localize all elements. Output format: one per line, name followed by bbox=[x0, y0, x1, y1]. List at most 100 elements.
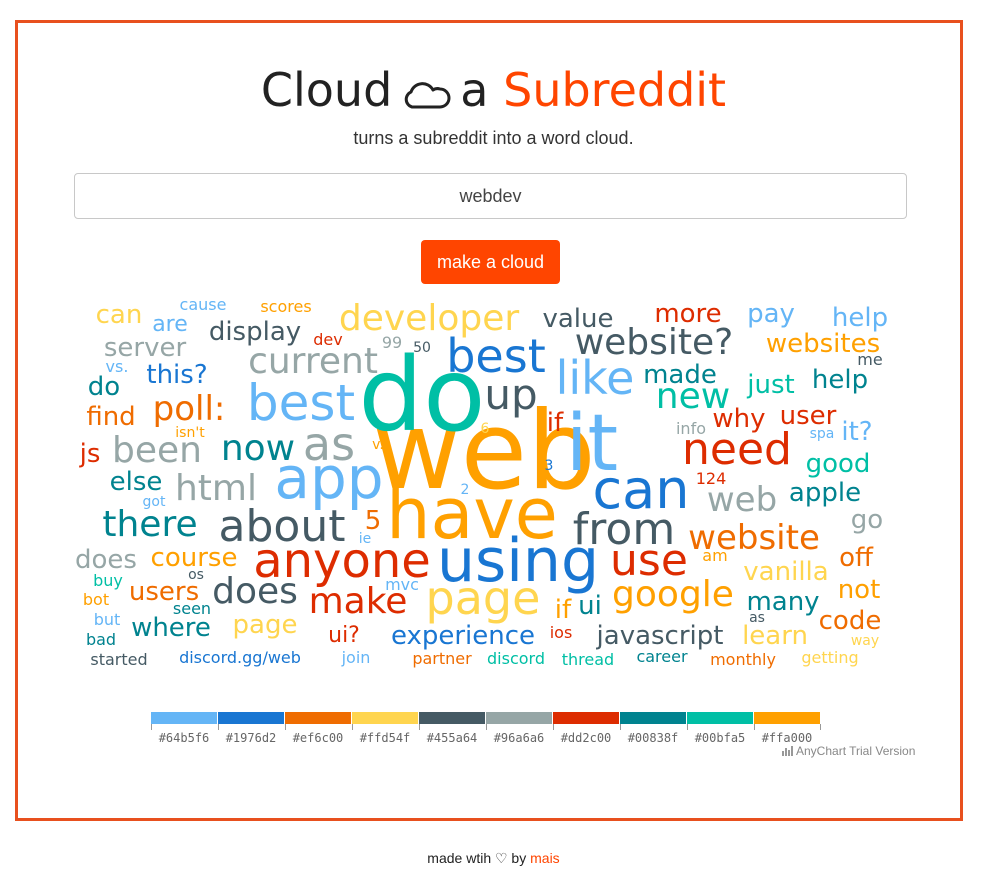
cloud-word[interactable]: isn't bbox=[175, 425, 205, 441]
cloud-word[interactable]: off bbox=[839, 543, 874, 573]
cloud-word[interactable]: thread bbox=[562, 650, 614, 669]
cloud-word[interactable]: this? bbox=[146, 360, 207, 390]
chart-bars-icon bbox=[782, 746, 793, 756]
footer: made wtih ♡ by mais bbox=[0, 850, 987, 867]
legend-swatch bbox=[151, 712, 217, 724]
footer-text: made wtih ♡ by bbox=[427, 850, 527, 866]
cloud-word[interactable]: started bbox=[90, 650, 147, 669]
cloud-word[interactable]: am bbox=[702, 546, 727, 565]
cloud-word[interactable]: more bbox=[654, 299, 721, 329]
legend-label: #dd2c00 bbox=[560, 731, 612, 745]
cloud-word[interactable]: developer bbox=[339, 298, 519, 339]
legend-swatch bbox=[285, 712, 351, 724]
cloud-word[interactable]: now bbox=[221, 428, 295, 469]
cloud-word[interactable]: bad bbox=[86, 630, 116, 649]
cloud-word[interactable]: discord bbox=[487, 649, 545, 668]
legend-tick bbox=[151, 724, 152, 730]
cloud-word[interactable]: are bbox=[152, 312, 188, 337]
cloud-word[interactable]: up bbox=[484, 370, 537, 419]
cloud-word[interactable]: do bbox=[88, 372, 120, 402]
cloud-word[interactable]: cause bbox=[180, 295, 227, 314]
cloud-word[interactable]: made bbox=[643, 360, 717, 390]
cloud-word[interactable]: google bbox=[612, 574, 734, 615]
cloud-word[interactable]: find bbox=[86, 402, 135, 432]
cloud-word[interactable]: 2 bbox=[461, 482, 470, 498]
cloud-word[interactable]: 6 bbox=[481, 421, 490, 437]
cloud-word[interactable]: as bbox=[303, 417, 355, 471]
cloud-word[interactable]: why bbox=[712, 404, 765, 434]
cloud-word[interactable]: ie bbox=[359, 531, 372, 547]
cloud-word[interactable]: spa bbox=[810, 426, 835, 442]
cloud-word[interactable]: code bbox=[819, 606, 882, 636]
legend-label: #64b5f6 bbox=[158, 731, 210, 745]
cloud-word[interactable]: vs. bbox=[106, 357, 129, 376]
cloud-word[interactable]: pay bbox=[747, 299, 795, 329]
legend-label: #455a64 bbox=[426, 731, 478, 745]
cloud-word[interactable]: help bbox=[812, 365, 868, 395]
cloud-word[interactable]: os bbox=[188, 567, 204, 583]
cloud-word[interactable]: display bbox=[209, 317, 301, 347]
cloud-word[interactable]: good bbox=[806, 449, 871, 479]
cloud-word[interactable]: me bbox=[857, 350, 882, 369]
cloud-word[interactable]: ui bbox=[578, 591, 602, 621]
cloud-word[interactable]: ui? bbox=[328, 623, 360, 648]
cloud-word[interactable]: dev bbox=[313, 330, 342, 349]
legend-swatch bbox=[620, 712, 686, 724]
cloud-word[interactable]: can bbox=[96, 300, 143, 330]
cloud-word[interactable]: page bbox=[233, 610, 298, 640]
legend-swatch bbox=[486, 712, 552, 724]
cloud-word[interactable]: html bbox=[175, 468, 257, 509]
legend-tick bbox=[218, 724, 219, 730]
cloud-word[interactable]: monthly bbox=[710, 650, 776, 669]
legend-swatch bbox=[754, 712, 820, 724]
legend-label: #00bfa5 bbox=[694, 731, 746, 745]
legend-tick bbox=[754, 724, 755, 730]
legend-label: #00838f bbox=[627, 731, 679, 745]
cloud-word[interactable]: 99 bbox=[382, 333, 402, 352]
cloud-word[interactable]: apple bbox=[789, 478, 861, 508]
cloud-word[interactable]: buy bbox=[93, 571, 123, 590]
cloud-word[interactable]: 3 bbox=[545, 458, 554, 474]
cloud-word[interactable]: scores bbox=[260, 297, 311, 316]
cloud-word[interactable]: page bbox=[426, 571, 541, 625]
cloud-word[interactable]: way bbox=[851, 633, 879, 649]
cloud-word[interactable]: poll: bbox=[153, 389, 226, 429]
cloud-word[interactable]: 50 bbox=[413, 340, 431, 356]
legend-tick bbox=[620, 724, 621, 730]
cloud-word[interactable]: it? bbox=[841, 417, 872, 447]
cloud-word[interactable]: join bbox=[341, 648, 371, 667]
cloud-word[interactable]: if bbox=[547, 408, 564, 438]
cloud-word[interactable]: vanilla bbox=[743, 557, 828, 587]
legend-label: #ef6c00 bbox=[292, 731, 344, 745]
legend-label: #1976d2 bbox=[225, 731, 277, 745]
legend-label: #ffd54f bbox=[359, 731, 411, 745]
cloud-word[interactable]: else bbox=[110, 467, 163, 497]
cloud-word[interactable]: getting bbox=[801, 648, 858, 667]
cloud-word[interactable]: got bbox=[143, 494, 166, 510]
cloud-word[interactable]: 124 bbox=[696, 469, 727, 488]
cloud-word[interactable]: there bbox=[102, 504, 197, 545]
cloud-word[interactable]: just bbox=[746, 370, 794, 400]
cloud-word[interactable]: experience bbox=[391, 621, 535, 651]
cloud-word[interactable]: discord.gg/web bbox=[179, 648, 301, 667]
cloud-word[interactable]: ios bbox=[550, 623, 573, 642]
legend-tick bbox=[419, 724, 420, 730]
author-link[interactable]: mais bbox=[530, 850, 560, 866]
cloud-word[interactable]: mvc bbox=[385, 575, 419, 594]
cloud-word[interactable]: but bbox=[94, 610, 121, 629]
cloud-word[interactable]: bot bbox=[83, 590, 109, 609]
cloud-word[interactable]: career bbox=[636, 647, 688, 666]
cloud-word[interactable]: go bbox=[851, 505, 883, 535]
legend-label: #ffa000 bbox=[761, 731, 813, 745]
cloud-word[interactable]: not bbox=[838, 575, 881, 605]
legend-swatch bbox=[553, 712, 619, 724]
cloud-word[interactable]: as bbox=[749, 610, 765, 626]
cloud-word[interactable]: seen bbox=[173, 599, 211, 618]
cloud-word[interactable]: v. bbox=[372, 437, 384, 453]
cloud-word[interactable]: partner bbox=[412, 649, 472, 668]
cloud-word[interactable]: does bbox=[212, 571, 298, 612]
cloud-word[interactable]: value bbox=[542, 304, 613, 334]
cloud-word[interactable]: if bbox=[555, 595, 572, 625]
cloud-word[interactable]: info bbox=[676, 419, 706, 438]
cloud-word[interactable]: js bbox=[79, 439, 101, 469]
